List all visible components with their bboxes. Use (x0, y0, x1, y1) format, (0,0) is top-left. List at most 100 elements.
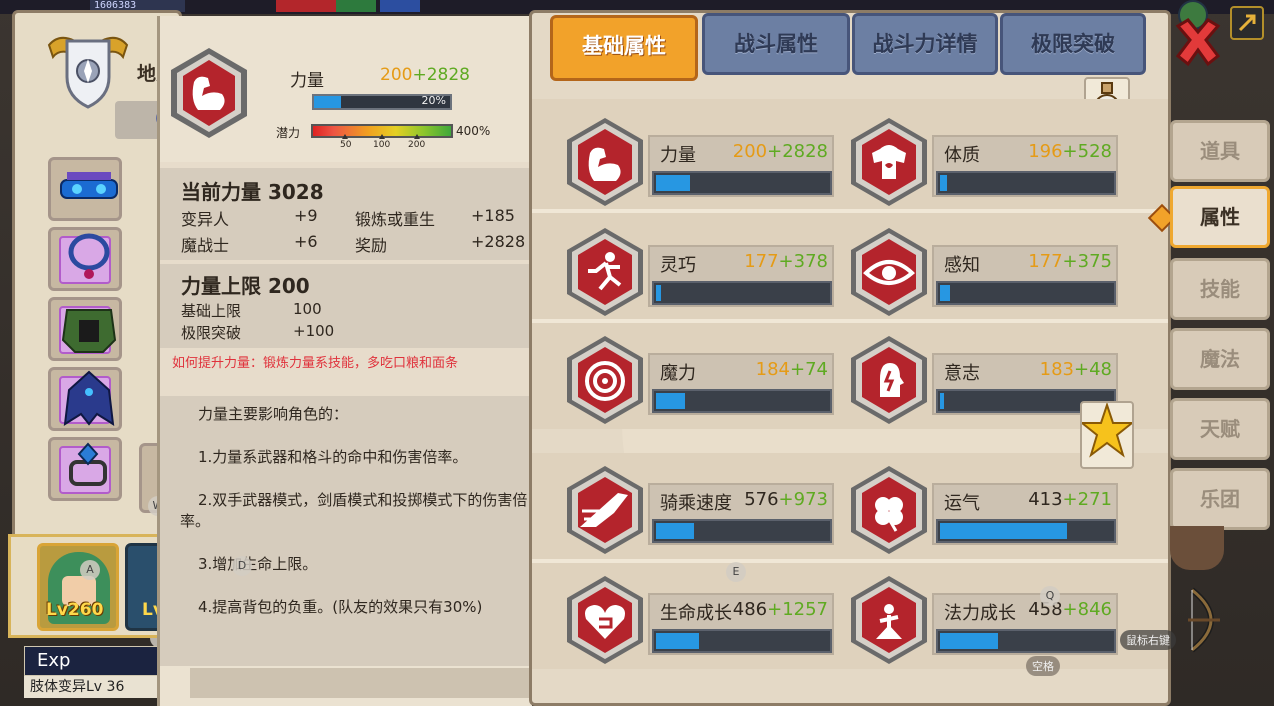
equip-slot-armor[interactable] (48, 297, 122, 361)
stat-card-bar-fill (656, 633, 699, 649)
stat-card[interactable]: 法力成长 458+846 (850, 575, 1118, 665)
stat-card[interactable]: 意志 183+48 (850, 335, 1118, 425)
stat-card-bonus: +846 (1062, 599, 1112, 620)
hint-key-e: E (726, 562, 746, 582)
stat-card-bar (652, 389, 832, 413)
stat-card-bar (652, 519, 832, 543)
stat-card-bonus: +271 (1062, 489, 1112, 510)
stat-box: 感知 177+375 (932, 245, 1118, 307)
stat-card-bar (652, 629, 832, 653)
strength-arm-icon (171, 48, 247, 138)
side-menu-talents[interactable]: 天赋 (1170, 398, 1270, 460)
stat-card-bonus: +378 (778, 251, 828, 272)
stat-card[interactable]: 力量 200+2828 (566, 117, 834, 207)
limit-label: 基础上限 (181, 302, 242, 320)
side-menu-skills[interactable]: 技能 (1170, 258, 1270, 320)
stat-card-base: 177 (744, 251, 779, 272)
stat-card[interactable]: 魔力 184+74 (566, 335, 834, 425)
stat-card-bar (936, 281, 1116, 305)
stat-base-value: 200 (380, 65, 413, 85)
equip-slot-cape[interactable] (48, 367, 122, 431)
stat-box: 骑乘速度 576+973 (648, 483, 834, 545)
stat-card-value: 576+973 (744, 489, 828, 510)
goggles-icon (60, 172, 118, 199)
stat-card-base: 177 (1028, 251, 1063, 272)
star-icon (1079, 401, 1135, 458)
side-menu: 道具 属性 技能 魔法 天赋 乐团 (1170, 120, 1274, 540)
stat-card-value: 196+528 (1028, 141, 1112, 162)
expand-icon (1238, 14, 1256, 32)
stat-card-bonus: +74 (790, 359, 828, 380)
stat-card-base: 196 (1028, 141, 1063, 162)
stat-card-bonus: +1257 (767, 599, 828, 620)
amulet-icon (68, 233, 110, 279)
space-key-hint: 空格 (1026, 656, 1060, 676)
stat-card-value: 486+1257 (733, 599, 828, 620)
side-menu-magic[interactable]: 魔法 (1170, 328, 1270, 390)
breakdown-value: +9 (294, 206, 318, 225)
hint-key-a: A (80, 560, 100, 580)
constitution-body-icon (851, 118, 927, 206)
bow-icon[interactable] (1180, 584, 1240, 656)
party-member-1[interactable]: Lv260 (37, 543, 119, 631)
current-stat-title: 当前力量 3028 (181, 180, 324, 204)
breakdown-value: +185 (471, 206, 515, 225)
potential-tick-label: 50 (340, 140, 352, 150)
expand-window-button[interactable] (1230, 6, 1264, 40)
ring-icon (69, 442, 107, 486)
tab-limit-break[interactable]: 极限突破 (1000, 13, 1146, 75)
stat-name: 力量 (290, 71, 324, 91)
side-menu-band[interactable]: 乐团 (1170, 468, 1270, 530)
effects-intro: 力量主要影响角色的： (198, 405, 349, 423)
stat-card-value: 184+74 (756, 359, 828, 380)
stat-card[interactable]: 运气 413+271 (850, 465, 1118, 555)
equip-slot-ring[interactable] (48, 437, 122, 501)
stat-card[interactable]: 感知 177+375 (850, 227, 1118, 317)
stat-card-bonus: +528 (1062, 141, 1112, 162)
stat-card[interactable]: 骑乘速度 576+973 (566, 465, 834, 555)
stat-card-value: 177+378 (744, 251, 828, 272)
star-button[interactable] (1079, 401, 1135, 469)
side-menu-items[interactable]: 道具 (1170, 120, 1270, 182)
stat-card-value: 183+48 (1040, 359, 1112, 380)
exp-bar: Exp (24, 646, 164, 676)
stat-card-bar-fill (940, 175, 947, 191)
stat-progress-bar: 20% (312, 94, 452, 110)
hint-key-q: Q (1040, 586, 1060, 606)
effect-item: 1.力量系武器和格斗的命中和伤害倍率。 (198, 448, 468, 466)
stat-card-value: 458+846 (1028, 599, 1112, 620)
close-icon[interactable] (1172, 16, 1224, 68)
hint-key-d: D (232, 556, 252, 576)
stat-card[interactable]: 生命成长 486+1257 (566, 575, 834, 665)
tab-combat-attributes[interactable]: 战斗属性 (702, 13, 850, 75)
stat-box: 魔力 184+74 (648, 353, 834, 415)
stat-card-base: 576 (744, 489, 779, 510)
armor-icon (61, 309, 117, 353)
potential-label: 潜力 (276, 126, 301, 140)
dexterity-runner-icon (567, 228, 643, 316)
tab-basic-attributes[interactable]: 基础属性 (550, 15, 698, 81)
luck-clover-icon (851, 466, 927, 554)
magic-swirl-icon (567, 336, 643, 424)
stat-box: 力量 200+2828 (648, 135, 834, 197)
potential-percent: 400% (456, 124, 491, 138)
mount-button[interactable] (1170, 526, 1224, 570)
life-growth-heart-icon (567, 576, 643, 664)
stat-card-value: 177+375 (1028, 251, 1112, 272)
stat-card-base: 413 (1028, 489, 1063, 510)
equip-slot-goggles[interactable] (48, 157, 122, 221)
stat-card-base: 486 (732, 599, 768, 620)
equip-slot-amulet[interactable] (48, 227, 122, 291)
stat-card[interactable]: 体质 196+528 (850, 117, 1118, 207)
stat-progress-text: 20% (421, 94, 446, 107)
stat-card-name: 灵巧 (660, 255, 696, 276)
stat-card-value: 413+271 (1028, 489, 1112, 510)
tab-combat-power-details[interactable]: 战斗力详情 (852, 13, 998, 75)
stat-box: 灵巧 177+378 (648, 245, 834, 307)
side-menu-attributes[interactable]: 属性 (1170, 186, 1270, 248)
stat-card-name: 运气 (944, 493, 980, 514)
stat-card-name: 意志 (944, 363, 980, 384)
red-status-bar (276, 0, 336, 12)
stat-card-bar (652, 171, 832, 195)
stat-card[interactable]: 灵巧 177+378 (566, 227, 834, 317)
